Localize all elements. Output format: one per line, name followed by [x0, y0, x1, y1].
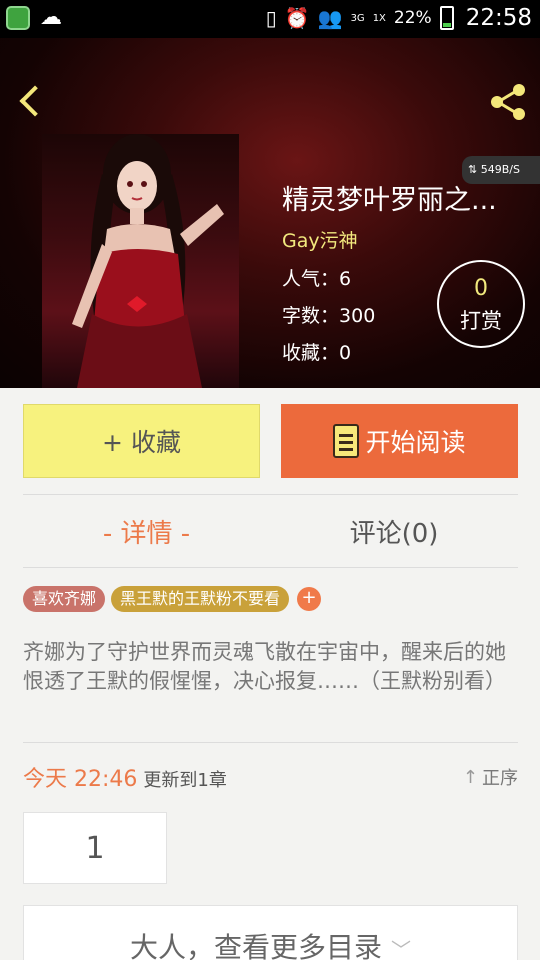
stat-label: 字数：: [282, 305, 340, 327]
start-reading-button[interactable]: 开始阅读: [281, 404, 518, 478]
tip-button[interactable]: 0 打赏: [437, 260, 525, 348]
book-icon: [333, 424, 360, 458]
tag-list: 喜欢齐娜 黑王默的王默粉不要看 +: [23, 586, 322, 612]
update-text: 更新到1章: [143, 770, 227, 791]
divider: [23, 742, 518, 743]
sort-toggle[interactable]: ↑ 正序: [463, 764, 518, 790]
battery-icon: [439, 6, 454, 30]
status-bar: ☁ ▯ ⏰ 👥 3G 1X 22% 22:58: [0, 0, 540, 38]
book-author[interactable]: Gay污神: [282, 226, 358, 253]
more-catalog-button[interactable]: 大人，查看更多目录 ﹀: [23, 905, 518, 960]
chapter-item[interactable]: 1: [23, 812, 167, 884]
book-header: ⇅ 549B/S 精灵梦叶罗丽之... Gay污神 人气：6 字数：300 收藏…: [0, 38, 540, 388]
stat-popularity: 人气：6: [282, 264, 351, 291]
book-description: 齐娜为了守护世界而灵魂飞散在宇宙中，醒来后的她恨透了王默的假惺惺，决心报复……（…: [23, 640, 506, 693]
weather-icon: ☁: [40, 5, 62, 30]
alarm-icon: ⏰: [284, 6, 310, 30]
stat-value: 0: [339, 342, 352, 364]
stat-word-count: 字数：300: [282, 301, 375, 328]
clock: 22:58: [465, 5, 532, 31]
tab-comments[interactable]: 评论(0): [270, 513, 518, 550]
more-catalog-label: 大人，查看更多目录: [130, 931, 383, 960]
start-reading-label: 开始阅读: [365, 428, 466, 457]
divider: [23, 567, 518, 568]
add-tag-button[interactable]: +: [297, 587, 322, 611]
vibrate-icon: ▯: [265, 6, 277, 30]
battery-percent: 22%: [393, 8, 432, 28]
stat-value: 6: [339, 268, 352, 290]
update-time: 今天 22:46: [23, 767, 138, 792]
sort-label: 正序: [482, 768, 518, 789]
divider: [23, 494, 518, 495]
tag[interactable]: 黑王默的王默粉不要看: [111, 586, 290, 612]
back-icon[interactable]: [10, 80, 50, 124]
tag[interactable]: 喜欢齐娜: [23, 586, 106, 612]
sort-arrow-icon: ↑: [462, 766, 478, 788]
update-info: 今天 22:46 更新到1章: [23, 761, 227, 793]
network-sub-type: 1X: [372, 12, 386, 24]
book-cover[interactable]: [42, 134, 239, 388]
chevron-down-icon: ﹀: [390, 938, 411, 960]
book-title: 精灵梦叶罗丽之...: [282, 185, 497, 216]
tip-count: 0: [474, 276, 488, 301]
network-type: 3G: [350, 12, 365, 24]
stat-label: 人气：: [282, 268, 340, 290]
stat-value: 300: [339, 305, 376, 327]
net-speed-text: 549B/S: [480, 163, 520, 176]
contacts-icon: 👥: [317, 6, 343, 30]
stat-favorites: 收藏：0: [282, 338, 351, 365]
tab-detail[interactable]: - 详情 -: [23, 513, 270, 550]
share-icon[interactable]: [486, 80, 530, 124]
stat-label: 收藏：: [282, 342, 340, 364]
tip-label: 打赏: [460, 309, 502, 333]
collect-button[interactable]: + 收藏: [23, 404, 260, 478]
app-notification-icon: [6, 6, 30, 30]
